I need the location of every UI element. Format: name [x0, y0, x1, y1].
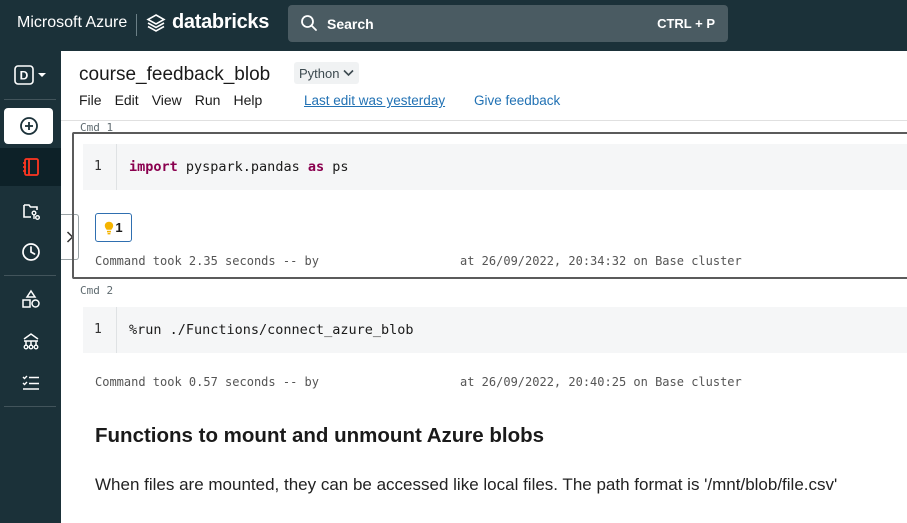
command-duration: Command took 0.57 seconds -- by: [95, 375, 319, 389]
cell-label: Cmd 2: [80, 284, 114, 297]
last-edit-link[interactable]: Last edit was yesterday: [304, 93, 445, 108]
sidebar-item-recents[interactable]: [0, 233, 61, 271]
sidebar-item-compute[interactable]: [0, 322, 61, 360]
sidebar-divider: [4, 99, 56, 100]
workspace-d-icon: D: [13, 65, 46, 85]
suggestion-count: 1: [115, 220, 123, 235]
markdown-heading: Functions to mount and unmount Azure blo…: [95, 424, 545, 447]
databricks-logo[interactable]: databricks: [146, 11, 269, 34]
suggestion-badge[interactable]: 1: [95, 213, 132, 242]
language-dropdown[interactable]: Python: [294, 62, 360, 84]
code-editor[interactable]: 1 %run ./Functions/connect_azure_blob: [83, 307, 907, 353]
search-bar[interactable]: Search CTRL + P: [288, 5, 728, 42]
notebook-icon: [22, 158, 39, 176]
brand-divider: [136, 14, 137, 36]
notebook-title[interactable]: course_feedback_blob: [79, 64, 270, 86]
sidebar: D: [0, 51, 61, 523]
sidebar-item-workspace[interactable]: [0, 148, 61, 186]
code-text: pyspark.pandas: [177, 159, 308, 175]
top-bar: Microsoft Azure databricks Search CTRL +…: [0, 0, 907, 51]
code-line: %run ./Functions/connect_azure_blob: [129, 322, 414, 338]
sidebar-item-data[interactable]: [0, 280, 61, 318]
plus-circle-icon: [19, 117, 38, 135]
give-feedback-link[interactable]: Give feedback: [474, 93, 560, 108]
databricks-logo-icon: [146, 13, 166, 32]
svg-text:D: D: [19, 69, 28, 83]
line-number: 1: [94, 322, 102, 337]
command-timestamp: at 26/09/2022, 20:40:25 on Base cluster: [460, 375, 742, 389]
line-number: 1: [94, 159, 102, 174]
code-keyword: as: [307, 159, 325, 175]
menu-view[interactable]: View: [152, 92, 182, 108]
language-label: Python: [299, 65, 340, 81]
menu-run[interactable]: Run: [195, 92, 221, 108]
chevron-down-icon: [343, 69, 355, 77]
search-label: Search: [327, 16, 374, 32]
code-editor[interactable]: 1 import pyspark.pandas as ps: [83, 144, 907, 190]
menu-file[interactable]: File: [79, 92, 102, 108]
databricks-wordmark: databricks: [172, 11, 270, 33]
header-divider: [61, 120, 907, 121]
clock-icon: [21, 243, 40, 261]
notebook-main: course_feedback_blob Python File Edit Vi…: [61, 51, 907, 523]
list-check-icon: [22, 375, 39, 390]
code-text: ps: [324, 159, 349, 175]
search-shortcut: CTRL + P: [657, 16, 715, 31]
workspace-switcher[interactable]: D: [0, 56, 61, 94]
sidebar-divider: [4, 406, 56, 407]
menu-edit[interactable]: Edit: [115, 92, 139, 108]
command-timestamp: at 26/09/2022, 20:34:32 on Base cluster: [460, 254, 742, 268]
sidebar-item-new[interactable]: [4, 108, 53, 144]
lightbulb-icon: [105, 221, 114, 234]
markdown-paragraph: When files are mounted, they can be acce…: [95, 475, 838, 494]
code-line: import pyspark.pandas as ps: [129, 159, 348, 175]
microsoft-azure-brand[interactable]: Microsoft Azure: [17, 14, 127, 32]
search-icon: [301, 15, 317, 31]
hierarchy-icon: [23, 333, 38, 350]
line-gutter: 1: [83, 307, 117, 353]
sidebar-item-repos[interactable]: [0, 192, 61, 230]
notebook-menu-bar: File Edit View Run Help: [79, 92, 262, 108]
sidebar-divider: [4, 275, 56, 276]
menu-help[interactable]: Help: [233, 92, 262, 108]
code-keyword: import: [129, 159, 178, 175]
command-duration: Command took 2.35 seconds -- by: [95, 254, 319, 268]
sidebar-item-workflows[interactable]: [0, 364, 61, 402]
shapes-icon: [21, 289, 40, 308]
line-gutter: 1: [83, 144, 117, 190]
repos-icon: [22, 204, 40, 220]
